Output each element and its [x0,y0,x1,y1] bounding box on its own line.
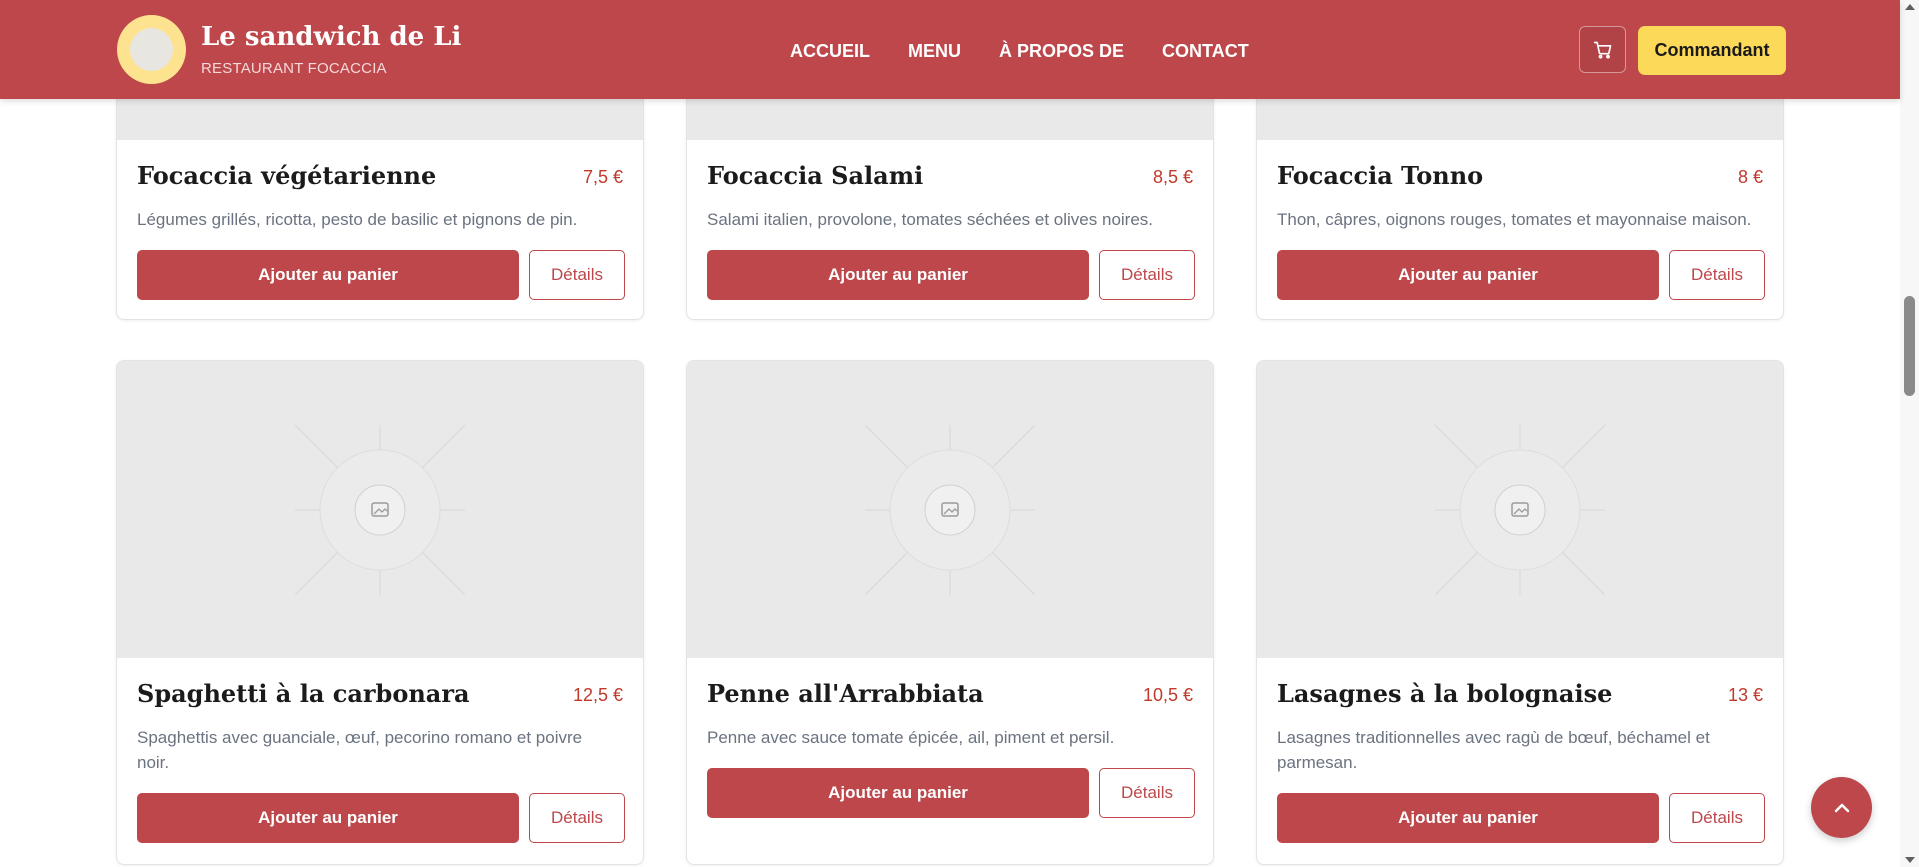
card-price: 12,5 € [572,685,623,705]
card-price: 8 € [1737,167,1763,187]
menu-card: Lasagnes à la bolognaise 13 € Lasagnes t… [1256,360,1784,865]
chevron-up-icon [1834,803,1849,812]
card-image [687,361,1213,658]
card-title: Lasagnes à la bolognaise [1277,679,1613,708]
card-description: Salami italien, provolone, tomates séché… [707,210,1154,229]
menu-card: Focaccia Salami 8,5 € Salami italien, pr… [686,60,1214,320]
card-image [1257,361,1783,658]
scroll-up-arrow[interactable] [1905,4,1915,10]
menu-card: Focaccia végétarienne 7,5 € Légumes gril… [116,60,644,320]
card-title: Focaccia végétarienne [137,161,437,190]
card-price: 10,5 € [1142,685,1193,705]
card-description: Spaghettis avec guanciale, œuf, pecorino… [137,728,583,772]
card-title: Spaghetti à la carbonara [137,679,470,708]
scroll-to-top-button[interactable] [1811,777,1872,838]
add-to-cart-button[interactable]: Ajouter au panier [1277,793,1659,843]
image-placeholder-icon [865,424,1035,595]
details-button[interactable]: Détails [1099,768,1195,818]
image-placeholder-icon [295,424,465,595]
card-description: Penne avec sauce tomate épicée, ail, pim… [707,728,1115,747]
card-title: Focaccia Tonno [1277,161,1484,190]
add-to-cart-button[interactable]: Ajouter au panier [137,793,519,843]
main-nav: ACCUEIL MENU À PROPOS DE CONTACT [790,41,1249,62]
card-description: Thon, câpres, oignons rouges, tomates et… [1277,210,1752,229]
scrollbar[interactable] [1900,0,1919,867]
nav-link-accueil[interactable]: ACCUEIL [790,41,870,62]
details-button[interactable]: Détails [529,793,625,843]
card-description: Lasagnes traditionnelles avec ragù de bœ… [1277,728,1710,772]
card-image [117,361,643,658]
nav-link-a-propos[interactable]: À PROPOS DE [999,41,1124,62]
logo[interactable] [117,15,186,84]
scroll-down-arrow[interactable] [1905,857,1915,863]
add-to-cart-button[interactable]: Ajouter au panier [1277,250,1659,300]
card-price: 7,5 € [582,167,623,187]
menu-card: Spaghetti à la carbonara 12,5 € Spaghett… [116,360,644,865]
nav-link-contact[interactable]: CONTACT [1162,41,1249,62]
card-title: Penne all'Arrabbiata [707,679,984,708]
details-button[interactable]: Détails [1099,250,1195,300]
scrollbar-thumb[interactable] [1904,296,1915,396]
nav-link-menu[interactable]: MENU [908,41,961,62]
details-button[interactable]: Détails [529,250,625,300]
add-to-cart-button[interactable]: Ajouter au panier [707,768,1089,818]
menu-card: Focaccia Tonno 8 € Thon, câpres, oignons… [1256,60,1784,320]
add-to-cart-button[interactable]: Ajouter au panier [137,250,519,300]
brand-title[interactable]: Le sandwich de Li [201,22,461,52]
order-button[interactable]: Commandant [1638,26,1786,75]
image-placeholder-icon [1435,424,1605,595]
details-button[interactable]: Détails [1669,793,1765,843]
card-price: 13 € [1727,685,1763,705]
logo-inner [130,28,173,71]
cart-button[interactable] [1579,26,1626,73]
menu-card: Penne all'Arrabbiata 10,5 € Penne avec s… [686,360,1214,865]
card-description: Légumes grillés, ricotta, pesto de basil… [137,210,578,229]
add-to-cart-button[interactable]: Ajouter au panier [707,250,1089,300]
card-price: 8,5 € [1152,167,1193,187]
brand-subtitle: RESTAURANT FOCACCIA [201,60,387,77]
site-header: Le sandwich de Li RESTAURANT FOCACCIA AC… [0,0,1900,99]
card-title: Focaccia Salami [707,161,924,190]
details-button[interactable]: Détails [1669,250,1765,300]
cart-icon [1593,41,1611,59]
